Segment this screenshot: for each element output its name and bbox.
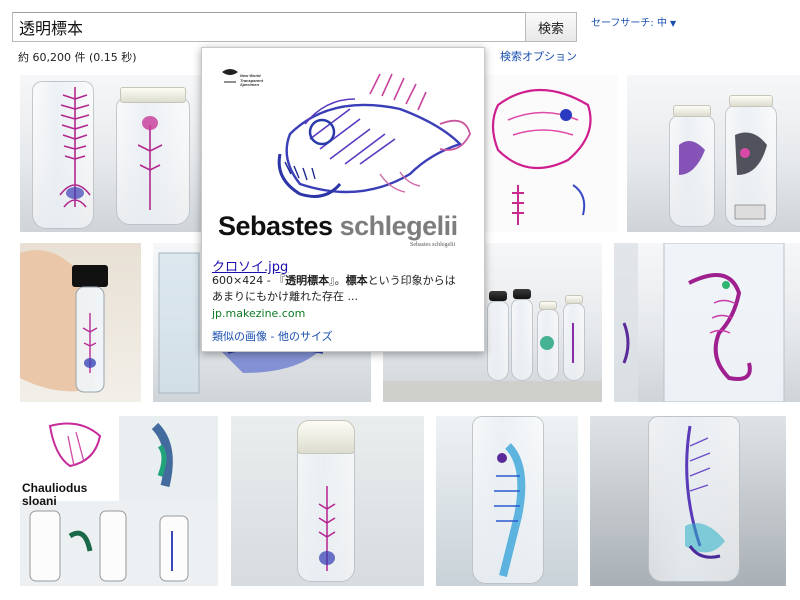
chevron-down-icon: ▼ [669,19,677,28]
image-hover-card[interactable]: New World Transparent Specimen Sebastes … [201,47,485,352]
safesearch-dropdown[interactable]: セーフサーチ: 中 ▼ [591,14,676,29]
image-result-2[interactable] [478,75,618,232]
specimen-illustration [494,443,526,577]
card-image-logo-text: New World Transparent Specimen [240,73,264,87]
specimen-illustration [679,132,767,220]
image-result-1[interactable] [20,75,210,232]
image-result-10[interactable] [436,416,578,586]
card-image-caption-small: Sebastes schlegelii [410,242,456,248]
specimen-name-label: Chauliodus sloani [22,481,88,508]
specimen-illustration [614,243,785,402]
image-result-8[interactable]: Chauliodus sloani [20,416,218,586]
image-result-9[interactable] [231,416,424,586]
search-button[interactable]: 検索 [525,12,577,42]
specimen-illustration [20,250,108,393]
image-result-7[interactable] [614,243,800,402]
card-image-caption: Sebastes schlegelii [218,211,458,241]
specimen-illustration [59,87,163,210]
specimen-illustration [318,486,336,571]
card-links: 類似の画像 - 他のサイズ [212,328,333,344]
image-result-4[interactable] [20,243,141,402]
result-stats: 約 60,200 件 (0.15 秒) [18,51,137,64]
safesearch-label: セーフサーチ: 中 [591,18,667,29]
specimen-illustration [685,425,725,559]
link-separator: - [267,330,278,343]
image-result-11[interactable] [590,416,786,586]
card-source-url[interactable]: jp.makezine.com [212,307,305,320]
similar-images-link[interactable]: 類似の画像 [212,330,267,343]
other-sizes-link[interactable]: 他のサイズ [278,330,333,343]
search-options-link[interactable]: 検索オプション [500,48,577,64]
image-result-3[interactable] [627,75,800,232]
search-input[interactable] [12,12,526,42]
card-description: 600×424 - 『透明標本』。標本という印象からは あまりにもかけ離れた存在… [212,274,456,303]
specimen-illustration [491,89,592,225]
